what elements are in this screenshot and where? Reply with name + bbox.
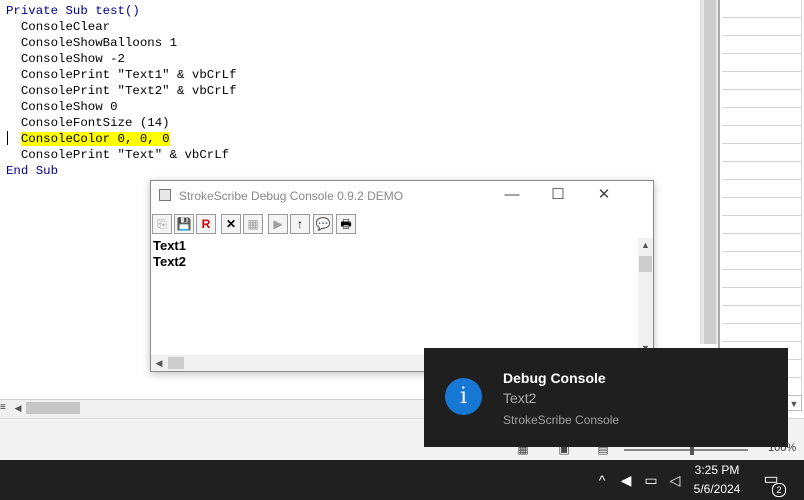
worksheet-grid[interactable] — [718, 0, 804, 398]
code-line-text: Private Sub test() — [6, 4, 140, 18]
code-line: ConsolePrint "Text" & vbCrLf — [6, 147, 237, 163]
console-title: StrokeScribe Debug Console 0.9.2 DEMO — [179, 189, 404, 203]
chevron-left-icon[interactable]: ◀ — [153, 356, 165, 370]
code-line-text: ConsoleShow -2 — [6, 52, 125, 66]
console-toolbar: ⎘ 💾 R ✕ ▦ ▶ ↑ 💬 🖶 — [151, 214, 361, 236]
worksheet-row[interactable] — [722, 288, 802, 306]
worksheet-row[interactable] — [722, 216, 802, 234]
print-button[interactable]: 🖶 — [336, 214, 356, 234]
code-line-text: ConsolePrint "Text2" & vbCrLf — [6, 84, 237, 98]
code-line: End Sub — [6, 163, 237, 179]
run-button[interactable]: ▶ — [268, 214, 288, 234]
worksheet-row[interactable] — [722, 144, 802, 162]
network-icon[interactable]: ▭ — [641, 471, 661, 489]
editor-horizontal-scroll-thumb[interactable] — [26, 402, 80, 414]
output-line: Text1 — [153, 238, 186, 253]
media-icon[interactable]: ◀ — [619, 471, 633, 489]
worksheet-row[interactable] — [722, 54, 802, 72]
scroll-up-button[interactable]: ↑ — [290, 214, 310, 234]
code-line: ConsoleFontSize (14) — [6, 115, 237, 131]
code-line-text: ConsolePrint "Text" & vbCrLf — [6, 148, 230, 162]
worksheet-row[interactable] — [722, 90, 802, 108]
worksheet-row[interactable] — [722, 18, 802, 36]
reset-button[interactable]: R — [196, 214, 216, 234]
app-icon — [159, 189, 171, 201]
editor-vertical-scroll-thumb[interactable] — [704, 0, 716, 344]
code-line-text: End Sub — [6, 164, 59, 178]
editor-vertical-scrollbar[interactable] — [700, 0, 719, 344]
console-output[interactable]: Text1 Text2 — [153, 238, 638, 356]
worksheet-row[interactable] — [722, 108, 802, 126]
save-button[interactable]: 💾 — [174, 214, 194, 234]
worksheet-row[interactable] — [722, 180, 802, 198]
copy-button[interactable]: ⎘ — [152, 214, 172, 234]
balloon-button[interactable]: 💬 — [313, 214, 333, 234]
code-line-text: ConsolePrint "Text1" & vbCrLf — [6, 68, 237, 82]
console-title-bar[interactable]: StrokeScribe Debug Console 0.9.2 DEMO — … — [151, 181, 653, 209]
console-horizontal-scroll-thumb[interactable] — [168, 357, 184, 369]
notification-count-badge: 2 — [772, 483, 786, 497]
worksheet-row[interactable] — [722, 126, 802, 144]
clock-date[interactable]: 5/6/2024 — [682, 482, 752, 496]
code-line: Private Sub test() — [6, 3, 237, 19]
code-line: ConsoleShow -2 — [6, 51, 237, 67]
code-line: ConsolePrint "Text1" & vbCrLf — [6, 67, 237, 83]
zoom-slider[interactable] — [624, 449, 748, 451]
clear-button[interactable]: ✕ — [221, 214, 241, 234]
code-line-indent — [6, 132, 21, 146]
worksheet-row[interactable] — [722, 198, 802, 216]
toast-source: StrokeScribe Console — [503, 413, 620, 427]
code-line: ConsoleShow 0 — [6, 99, 237, 115]
code-line-text: ConsoleClear — [6, 20, 111, 34]
scroll-down-arrow-icon[interactable]: ▼ — [786, 395, 802, 411]
code-line: ConsoleClear — [6, 19, 237, 35]
toast-title: Debug Console — [503, 370, 606, 386]
paste-button[interactable]: ▦ — [243, 214, 263, 234]
highlighted-statement: ConsoleColor 0, 0, 0 — [20, 132, 170, 146]
code-line-text: ConsoleShow 0 — [6, 100, 118, 114]
procedure-view-icon[interactable]: ≡ — [0, 402, 10, 414]
code-line-text: ConsoleFontSize (14) — [6, 116, 170, 130]
output-line: Text2 — [153, 254, 186, 269]
code-lines: Private Sub test() ConsoleClear ConsoleS… — [6, 3, 237, 179]
worksheet-row[interactable] — [722, 72, 802, 90]
worksheet-row[interactable] — [722, 270, 802, 288]
debug-console-window[interactable]: StrokeScribe Debug Console 0.9.2 DEMO — … — [150, 180, 654, 372]
toast-notification[interactable]: i Debug Console Text2 StrokeScribe Conso… — [424, 348, 788, 447]
code-line: ConsolePrint "Text2" & vbCrLf — [6, 83, 237, 99]
minimize-button[interactable]: — — [492, 183, 532, 207]
chevron-up-icon[interactable]: ^ — [594, 471, 610, 489]
close-button[interactable]: ✕ — [584, 183, 624, 207]
maximize-button[interactable]: ☐ — [538, 183, 578, 207]
worksheet-row[interactable] — [722, 324, 802, 342]
console-vertical-scrollbar[interactable]: ▲ ▼ — [638, 238, 653, 356]
worksheet-row[interactable] — [722, 252, 802, 270]
text-cursor — [7, 131, 8, 145]
info-icon: i — [445, 378, 482, 415]
worksheet-row[interactable] — [722, 234, 802, 252]
chevron-up-icon[interactable]: ▲ — [638, 238, 653, 252]
clock-time[interactable]: 3:25 PM — [682, 463, 752, 477]
worksheet-row[interactable] — [722, 0, 802, 18]
worksheet-row[interactable] — [722, 36, 802, 54]
console-vertical-scroll-thumb[interactable] — [639, 256, 652, 272]
code-line-text: ConsoleShowBalloons 1 — [6, 36, 178, 50]
worksheet-row[interactable] — [722, 162, 802, 180]
worksheet-row[interactable] — [722, 306, 802, 324]
code-line: ConsoleShowBalloons 1 — [6, 35, 237, 51]
code-line-highlighted: ConsoleColor 0, 0, 0 — [6, 131, 237, 147]
scroll-left-arrow-icon[interactable]: ◀ — [12, 401, 24, 415]
toast-message: Text2 — [503, 390, 537, 406]
